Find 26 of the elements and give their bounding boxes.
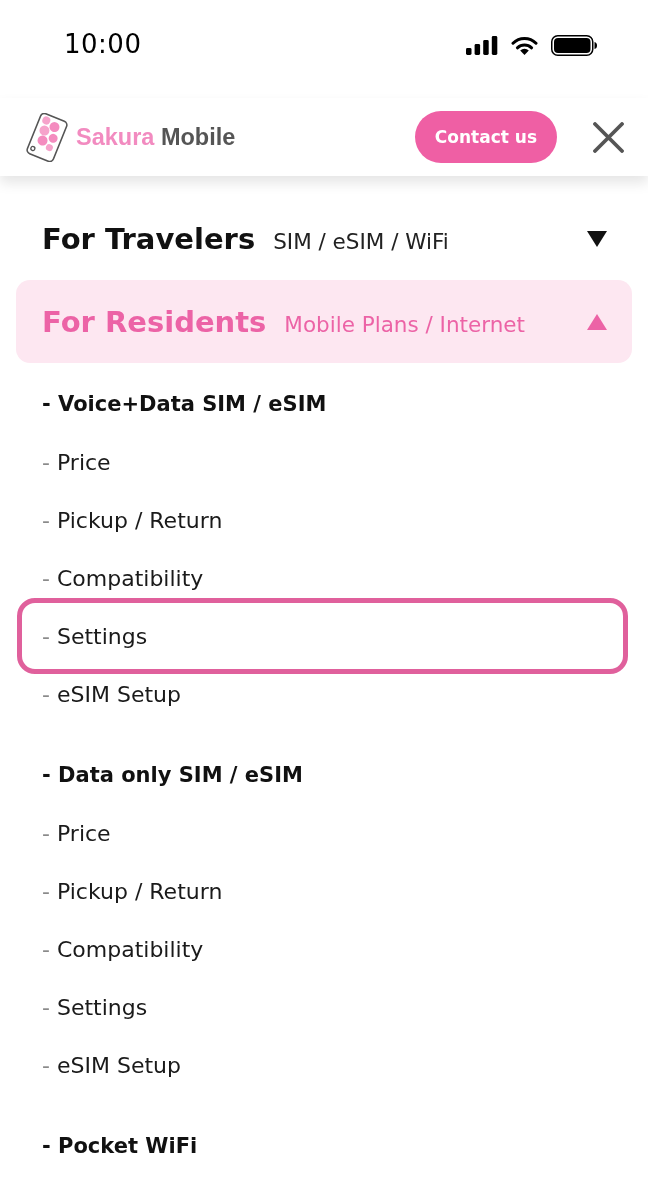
section-subtitle: Mobile Plans / Internet bbox=[284, 311, 525, 337]
section-title: For Residents bbox=[42, 304, 267, 339]
menu-link[interactable]: - Price bbox=[42, 449, 111, 475]
menu-link[interactable]: - Settings bbox=[42, 994, 148, 1020]
status-time: 10:00 bbox=[64, 29, 142, 59]
brand-name[interactable]: Sakura Mobile bbox=[76, 123, 236, 151]
accordion-header[interactable]: For Travelers SIM / eSIM / WiFi bbox=[16, 197, 632, 280]
menu-link[interactable]: - eSIM Setup bbox=[42, 681, 181, 707]
menu-link[interactable]: - Pickup / Return bbox=[42, 507, 223, 533]
signal-icon bbox=[466, 36, 498, 55]
menu-link[interactable]: - Price bbox=[42, 820, 111, 846]
menu-link[interactable]: - Pickup / Return bbox=[42, 878, 223, 904]
close-icon[interactable] bbox=[593, 121, 624, 153]
menu-link[interactable]: - eSIM Setup bbox=[42, 1052, 181, 1078]
menu-link[interactable]: - Settings bbox=[42, 623, 148, 649]
group-heading: - Data only SIM / eSIM bbox=[42, 763, 303, 787]
group-heading: - Pocket WiFi bbox=[42, 1134, 198, 1158]
menu-link[interactable]: - Compatibility bbox=[42, 936, 204, 962]
caret-down-icon bbox=[587, 230, 607, 247]
section-subtitle: SIM / eSIM / WiFi bbox=[273, 228, 449, 254]
caret-up-icon bbox=[587, 313, 607, 330]
battery-icon bbox=[551, 35, 597, 56]
menu-link[interactable]: - Compatibility bbox=[42, 565, 204, 591]
section-title: For Travelers bbox=[42, 221, 256, 256]
group-heading: - Voice+Data SIM / eSIM bbox=[42, 392, 327, 416]
wifi-icon bbox=[511, 36, 538, 55]
